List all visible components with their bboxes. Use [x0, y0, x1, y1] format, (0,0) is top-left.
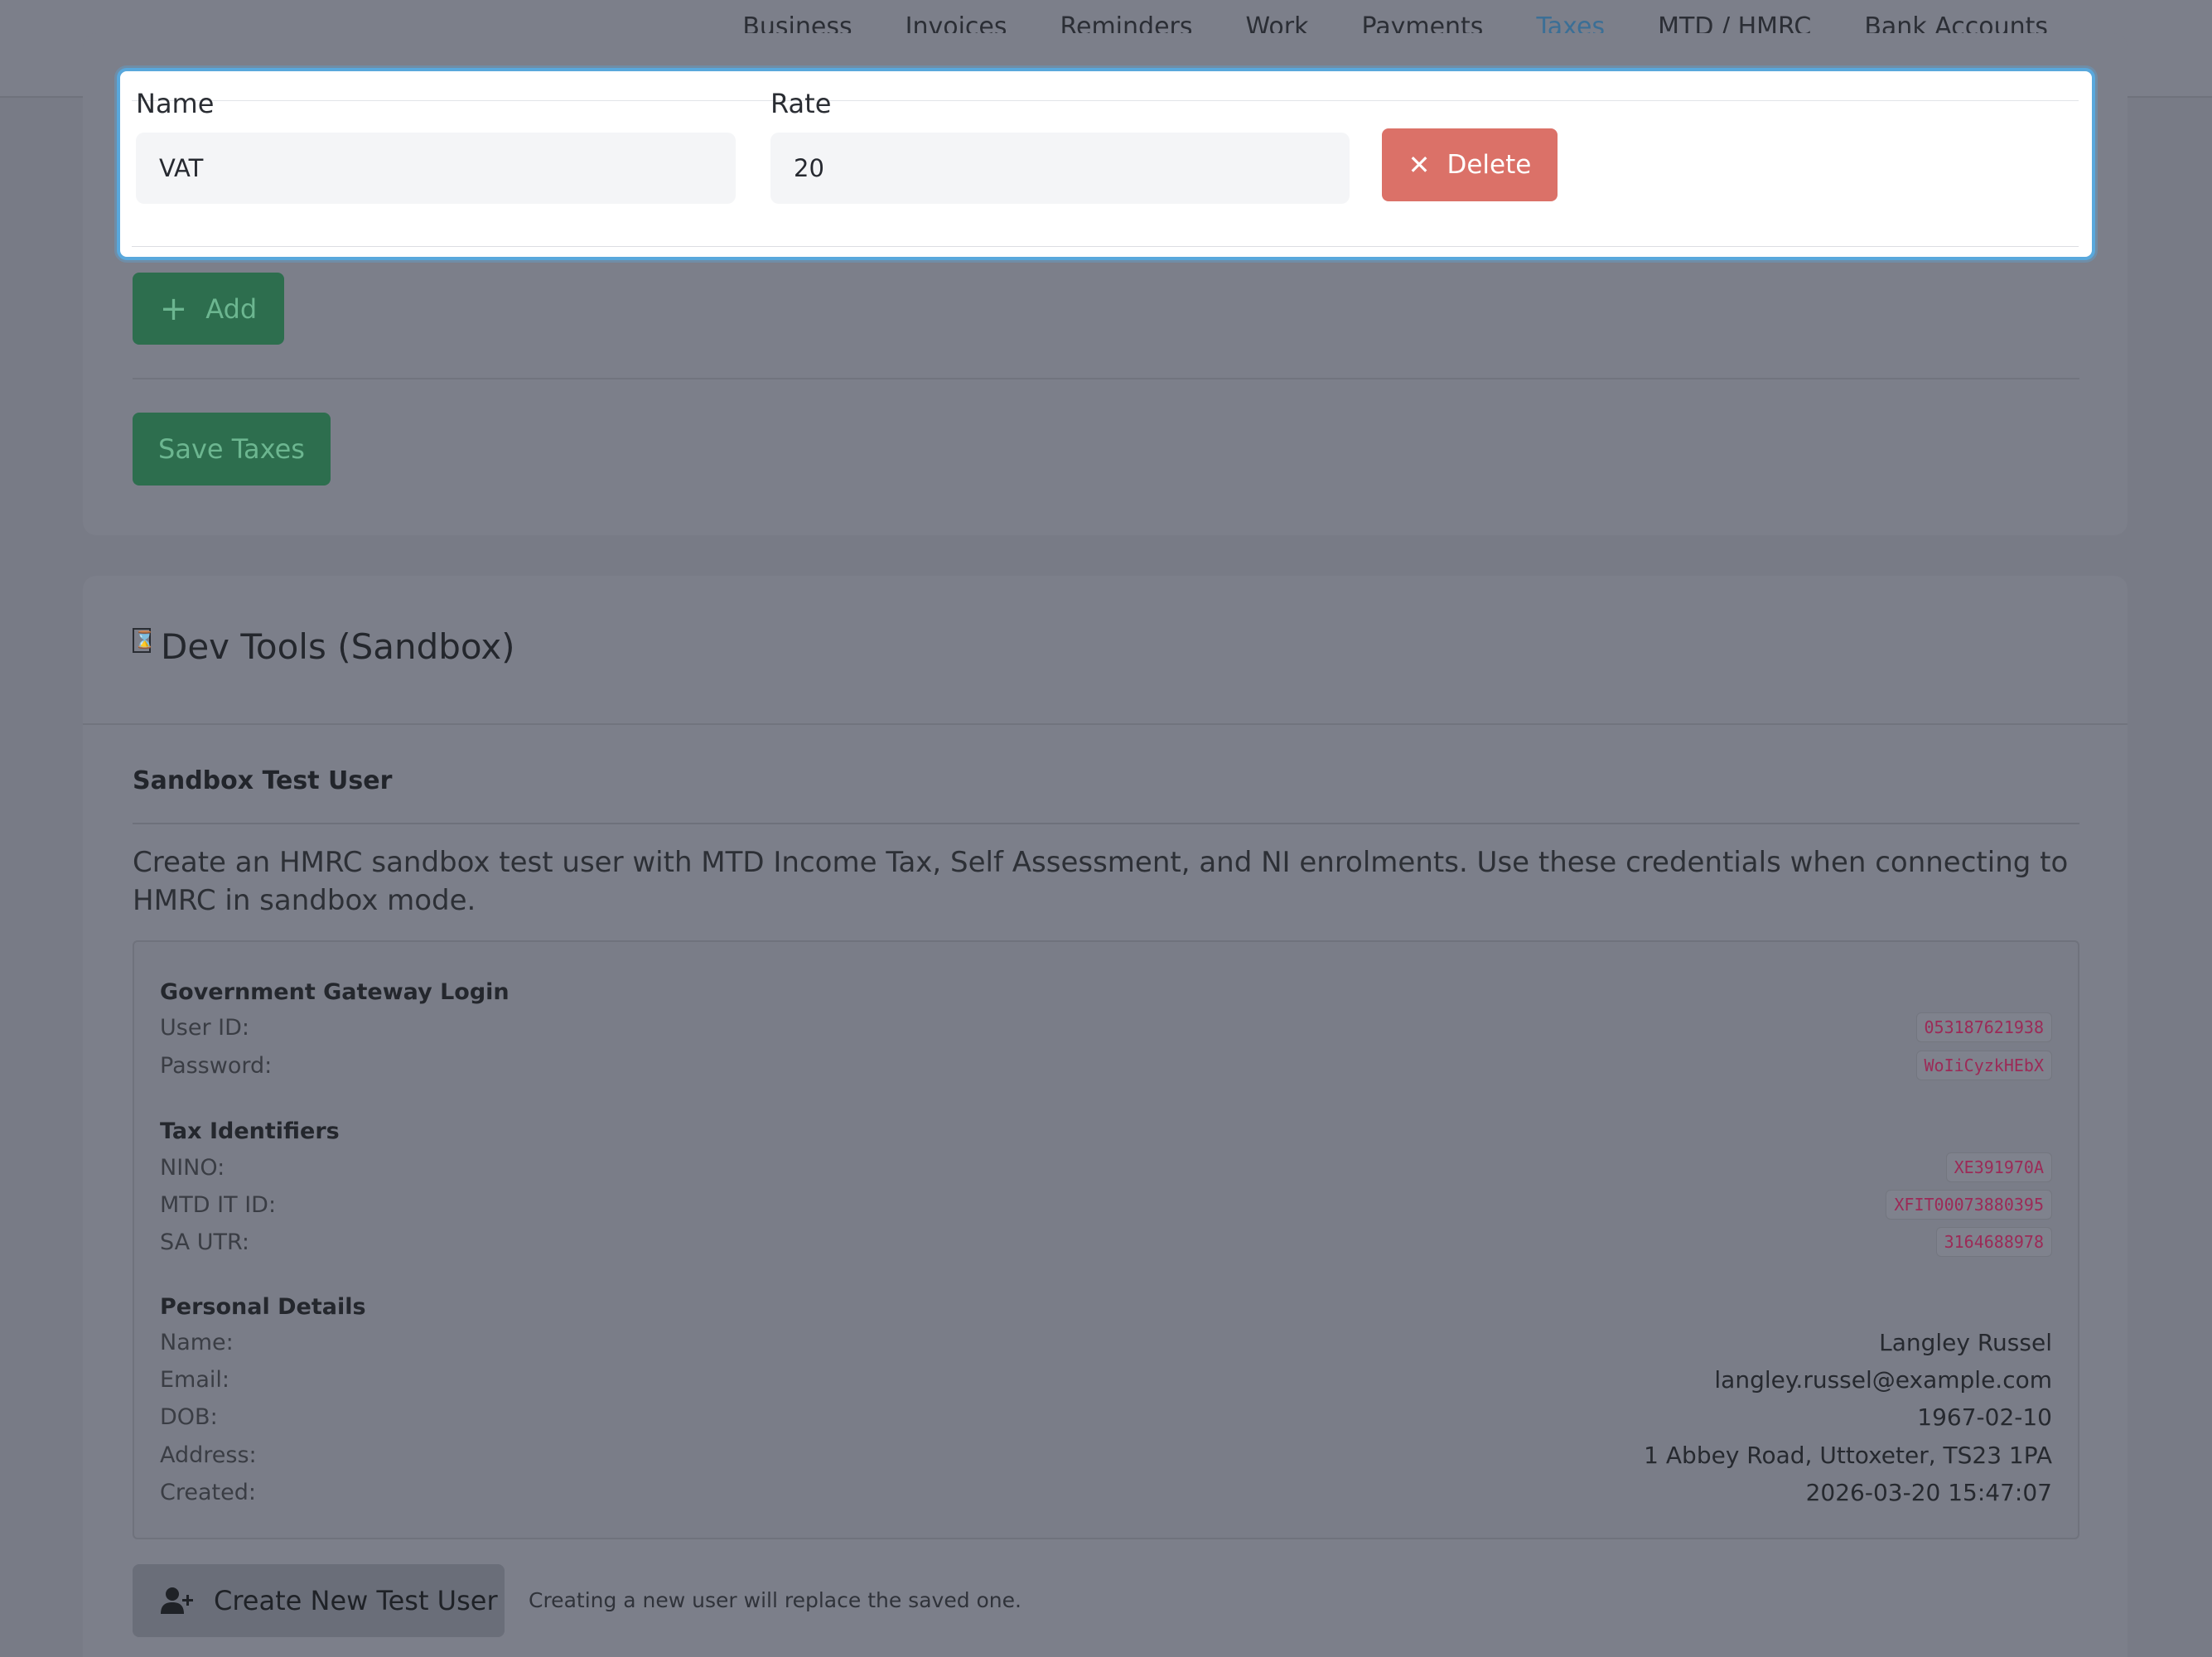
dob-value: 1967-02-10: [1917, 1403, 2052, 1431]
personal-details-heading: Personal Details: [160, 1294, 366, 1320]
nino-value: XE391970A: [1945, 1152, 2052, 1182]
created-value: 2026-03-20 15:47:07: [1805, 1479, 2052, 1506]
rate-field-label: Rate: [770, 88, 832, 119]
missing-glyph-icon: ⌛: [133, 627, 155, 653]
create-user-note: Creating a new user will replace the sav…: [529, 1588, 1021, 1612]
save-taxes-button[interactable]: Save Taxes: [133, 413, 331, 486]
dob-label: DOB:: [160, 1404, 218, 1430]
user-id-label: User ID:: [160, 1015, 249, 1041]
email-value: langley.russel@example.com: [1714, 1366, 2052, 1394]
add-tax-button[interactable]: + Add: [133, 273, 284, 345]
dev-tools-title: ⌛ Dev Tools (Sandbox): [133, 626, 515, 667]
sandbox-description: Create an HMRC sandbox test user with MT…: [133, 846, 2069, 917]
nino-label: NINO:: [160, 1155, 225, 1181]
user-plus-icon: [161, 1587, 193, 1614]
dev-tools-title-text: Dev Tools (Sandbox): [161, 626, 515, 667]
close-icon: ✕: [1408, 149, 1431, 181]
divider: [133, 378, 2079, 379]
test-user-details: Government Gateway Login User ID: 053187…: [133, 940, 2079, 1539]
address-label: Address:: [160, 1442, 257, 1468]
divider: [133, 823, 2079, 824]
divider: [132, 100, 2079, 101]
gateway-login-heading: Government Gateway Login: [160, 979, 510, 1005]
tax-rate-input[interactable]: [770, 133, 1350, 204]
password-value: WoIiCyzkHEbX: [1915, 1051, 2052, 1080]
create-test-user-label: Create New Test User: [214, 1585, 498, 1616]
address-value: 1 Abbey Road, Uttoxeter, TS23 1PA: [1644, 1442, 2052, 1469]
created-label: Created:: [160, 1480, 256, 1505]
sandbox-test-user-heading: Sandbox Test User: [133, 766, 393, 795]
delete-tax-button[interactable]: ✕ Delete: [1382, 128, 1558, 201]
tax-name-input[interactable]: [136, 133, 736, 204]
plus-icon: +: [159, 289, 188, 328]
mtd-it-id-label: MTD IT ID:: [160, 1192, 277, 1218]
add-tax-label: Add: [205, 292, 258, 325]
tax-identifiers-heading: Tax Identifiers: [160, 1118, 340, 1144]
name-value: Langley Russel: [1879, 1329, 2052, 1356]
tax-edit-dialog: Name Rate ✕ Delete: [117, 68, 2095, 260]
password-label: Password:: [160, 1053, 273, 1079]
sa-utr-value: 3164688978: [1935, 1227, 2052, 1257]
email-label: Email:: [160, 1367, 230, 1393]
divider: [83, 723, 2127, 725]
create-test-user-button[interactable]: Create New Test User: [133, 1564, 505, 1637]
name-label: Name:: [160, 1330, 234, 1355]
divider: [132, 246, 2079, 247]
delete-label: Delete: [1446, 150, 1532, 180]
name-field-label: Name: [136, 88, 215, 119]
mtd-it-id-value: XFIT00073880395: [1886, 1190, 2052, 1220]
sa-utr-label: SA UTR:: [160, 1229, 249, 1255]
user-id-value: 053187621938: [1915, 1012, 2052, 1042]
